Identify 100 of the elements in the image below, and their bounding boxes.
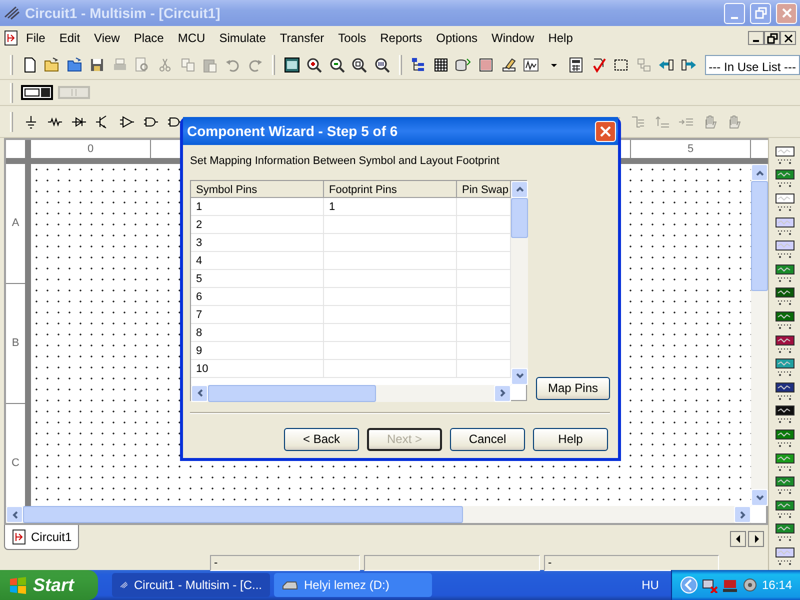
instrument-icon[interactable] [774, 452, 794, 472]
instrument-icon[interactable] [774, 240, 794, 260]
network-icon[interactable] [702, 577, 718, 593]
taskbar-button[interactable]: Circuit1 - Multisim - [C... [112, 573, 270, 597]
zoom-icon[interactable] [374, 56, 390, 72]
computer-icon[interactable] [722, 577, 738, 593]
window-title: Circuit1 - Multisim - [Circuit1] [25, 4, 222, 23]
instrument-icon[interactable] [774, 358, 794, 378]
instrument-icon[interactable] [774, 146, 794, 165]
close-button[interactable] [780, 31, 796, 45]
dashed-rectangle-icon[interactable] [613, 56, 630, 72]
zoom-out-icon[interactable] [328, 56, 345, 72]
menu-item[interactable]: Help [541, 27, 580, 49]
instrument-icon[interactable] [774, 334, 794, 354]
menu-item[interactable]: Place [126, 27, 171, 49]
wizard-button[interactable]: < Back [284, 428, 359, 450]
instrument-icon[interactable] [774, 264, 794, 283]
table-cell: 1 [191, 198, 324, 214]
instrument-icon[interactable] [774, 405, 794, 424]
instrument-icon[interactable] [774, 382, 794, 401]
restore-button[interactable] [764, 31, 780, 45]
scrollbar-thumb[interactable] [208, 384, 376, 402]
scrollbar-thumb[interactable] [511, 198, 528, 238]
table-cell: 5 [191, 270, 324, 286]
scroll-right-button[interactable] [494, 384, 511, 402]
close-icon [782, 32, 794, 44]
wizard-button[interactable]: Help [533, 428, 608, 450]
tree-icon[interactable] [410, 56, 426, 72]
floppy-icon[interactable] [89, 56, 106, 72]
minimize-icon [731, 16, 738, 18]
menu-item[interactable]: MCU [170, 27, 212, 49]
document-icon[interactable] [22, 56, 38, 72]
graph-icon[interactable] [523, 56, 540, 72]
table-cell: 2 [191, 216, 324, 232]
restore-icon [766, 32, 778, 44]
table-cell: 4 [191, 252, 324, 268]
status-pane: - [210, 555, 360, 571]
scroll-down-button[interactable] [751, 489, 768, 506]
scroll-left-button[interactable] [191, 384, 208, 402]
menu-item[interactable]: File [19, 27, 52, 49]
scroll-down-button[interactable] [511, 368, 528, 384]
instrument-icon[interactable] [774, 192, 794, 212]
folder-icon[interactable] [66, 56, 83, 72]
screen-icon[interactable] [284, 56, 300, 72]
spreadsheet-icon[interactable] [478, 56, 494, 72]
zoom-in-icon[interactable] [306, 56, 322, 72]
pencil-icon[interactable] [500, 56, 517, 72]
instrument-icon[interactable] [774, 476, 794, 496]
table-cell: 3 [191, 234, 324, 250]
document-tab[interactable]: Circuit1 [4, 525, 79, 550]
scroll-left-button[interactable] [6, 506, 23, 523]
menu-item[interactable]: Transfer [272, 27, 332, 49]
table-cell: 7 [191, 306, 324, 322]
instrument-icon[interactable] [774, 523, 794, 542]
folder-icon[interactable] [44, 56, 60, 72]
in-use-list-dropdown[interactable]: --- In Use List --- [704, 54, 800, 74]
instrument-icon[interactable] [774, 546, 794, 566]
menu-item[interactable]: View [87, 27, 127, 49]
database-icon[interactable] [455, 56, 472, 72]
taskbar-button[interactable]: Helyi lemez (D:) [274, 573, 432, 597]
grid-icon[interactable] [432, 56, 449, 72]
checkmark-icon[interactable] [590, 56, 607, 72]
menu-item[interactable]: Simulate [212, 27, 273, 49]
scroll-right-button[interactable] [734, 506, 751, 523]
column-header[interactable]: Symbol Pins [191, 180, 324, 196]
scroll-up-button[interactable] [511, 180, 528, 198]
ruler-label: C [12, 456, 20, 472]
calculator-icon[interactable] [568, 56, 584, 72]
scrollbar-thumb[interactable] [23, 506, 463, 523]
scroll-up-button[interactable] [751, 164, 768, 181]
speaker-icon[interactable] [742, 577, 758, 593]
power-switch-icon[interactable] [21, 84, 53, 101]
close-icon [599, 124, 612, 138]
zoom-icon[interactable] [351, 56, 368, 72]
menu-item[interactable]: Reports [373, 27, 430, 49]
instrument-icon[interactable] [774, 287, 794, 306]
ruler-label: A [12, 216, 20, 232]
ruler-label: 0 [87, 142, 94, 157]
instrument-icon[interactable] [774, 500, 794, 519]
column-header[interactable]: Footprint Pins [324, 180, 457, 196]
tab-left-button[interactable] [730, 531, 746, 547]
instrument-icon[interactable] [774, 169, 794, 188]
back-arrow-icon[interactable] [658, 56, 674, 72]
amplifier-icon[interactable] [118, 114, 134, 130]
menu-item[interactable]: Options [429, 27, 485, 49]
menu-item[interactable]: Window [484, 27, 542, 49]
minimize-button[interactable] [748, 31, 764, 45]
instrument-icon[interactable] [774, 310, 794, 330]
wizard-button[interactable]: Cancel [450, 428, 525, 450]
instrument-icon[interactable] [774, 216, 794, 236]
ruler-label: 5 [687, 142, 694, 157]
tab-right-button[interactable] [748, 531, 764, 547]
scrollbar-thumb[interactable] [751, 181, 768, 291]
menu-item[interactable]: Edit [52, 27, 88, 49]
map-pins-button[interactable]: Map Pins [536, 376, 610, 400]
instrument-icon[interactable] [774, 428, 794, 448]
instruction-text: Set Mapping Information Between Symbol and Layout Footprint [190, 154, 500, 169]
forward-arrow-icon[interactable] [680, 56, 697, 72]
menu-item[interactable]: Tools [331, 27, 374, 49]
start-button[interactable]: Start [0, 570, 98, 600]
